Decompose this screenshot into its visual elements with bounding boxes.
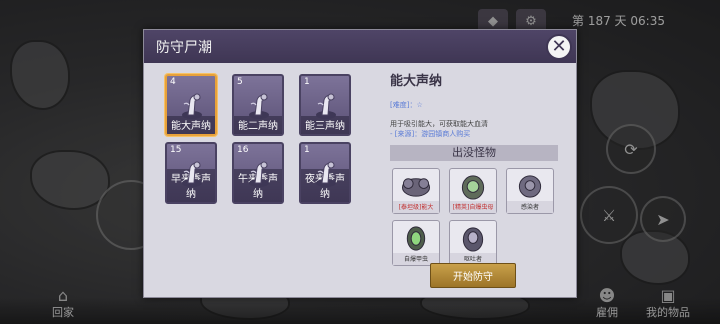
sonar-card[interactable]: 16 午来香声纳	[232, 142, 284, 204]
sonar-card[interactable]: 15 早来香声纳	[165, 142, 217, 204]
sonar-device-icon	[249, 93, 269, 119]
sonar-count: 15	[170, 145, 182, 155]
monster-grid: [泰坦级]能大 [精英]自爆虫母 感染者自爆甲虫 呕吐者	[390, 168, 558, 266]
sonar-count: 4	[170, 77, 176, 87]
sonar-device-icon	[316, 161, 336, 187]
monster-label: [精英]自爆虫母	[450, 201, 496, 213]
sonar-device-icon	[182, 93, 202, 119]
monster-icon	[401, 178, 431, 197]
monster-icon	[406, 226, 426, 251]
sonar-card[interactable]: 1 夜来香声纳	[299, 142, 351, 204]
monster-icon	[461, 175, 485, 200]
sonar-device-icon	[182, 161, 202, 187]
close-button[interactable]: ✕	[546, 34, 572, 60]
start-defense-button[interactable]: 开始防守	[430, 263, 516, 288]
monster-label: [泰坦级]能大	[393, 201, 439, 213]
sonar-detail: 能大声纳 [难度]：☆ 用于吸引能大，可获取能大血清 - [来源]：游园镇商人购…	[390, 66, 558, 291]
monster-card[interactable]: 感染者	[506, 168, 554, 214]
sonar-grid: 4 能大声纳 5 能二声纳 1 能三声纳 15 早来香声纳 16 午来香声纳 1 夜来香声纳	[154, 70, 360, 204]
sonar-card[interactable]: 1 能三声纳	[299, 74, 351, 136]
sonar-count: 16	[237, 145, 249, 155]
dialog-title: 防守尸潮	[156, 39, 212, 56]
defend-horde-dialog: 防守尸潮 ✕ 4 能大声纳 5 能二声纳 1 能三声纳 15 早来香声纳 16 午来香声纳 1 夜来香…	[143, 29, 577, 298]
sonar-count: 5	[237, 77, 243, 87]
detail-source: - [来源]：游园镇商人购买	[390, 130, 471, 138]
monster-card[interactable]: 呕吐者	[449, 220, 497, 266]
monster-card[interactable]: [精英]自爆虫母	[449, 168, 497, 214]
monster-icon	[518, 175, 542, 198]
start-defense-label: 开始防守	[453, 272, 493, 283]
sonar-card[interactable]: 5 能二声纳	[232, 74, 284, 136]
detail-name: 能大声纳	[390, 74, 443, 89]
detail-description: 用于吸引能大，可获取能大血清	[390, 120, 488, 128]
sonar-count: 1	[304, 77, 310, 87]
sonar-device-icon	[316, 93, 336, 119]
detail-difficulty: [难度]：☆	[390, 101, 423, 109]
sonar-card[interactable]: 4 能大声纳	[165, 74, 217, 136]
monster-label: 感染者	[507, 201, 553, 213]
monsters-section-title: 出没怪物	[390, 145, 558, 161]
monster-icon	[462, 227, 484, 252]
monster-card[interactable]: [泰坦级]能大	[392, 168, 440, 214]
dialog-header: 防守尸潮	[144, 30, 576, 63]
sonar-list: 4 能大声纳 5 能二声纳 1 能三声纳 15 早来香声纳 16 午来香声纳 1 夜来香声纳	[154, 70, 360, 290]
sonar-count: 1	[304, 145, 310, 155]
monster-card[interactable]: 自爆甲虫	[392, 220, 440, 266]
close-icon: ✕	[551, 36, 567, 57]
sonar-device-icon	[249, 161, 269, 187]
